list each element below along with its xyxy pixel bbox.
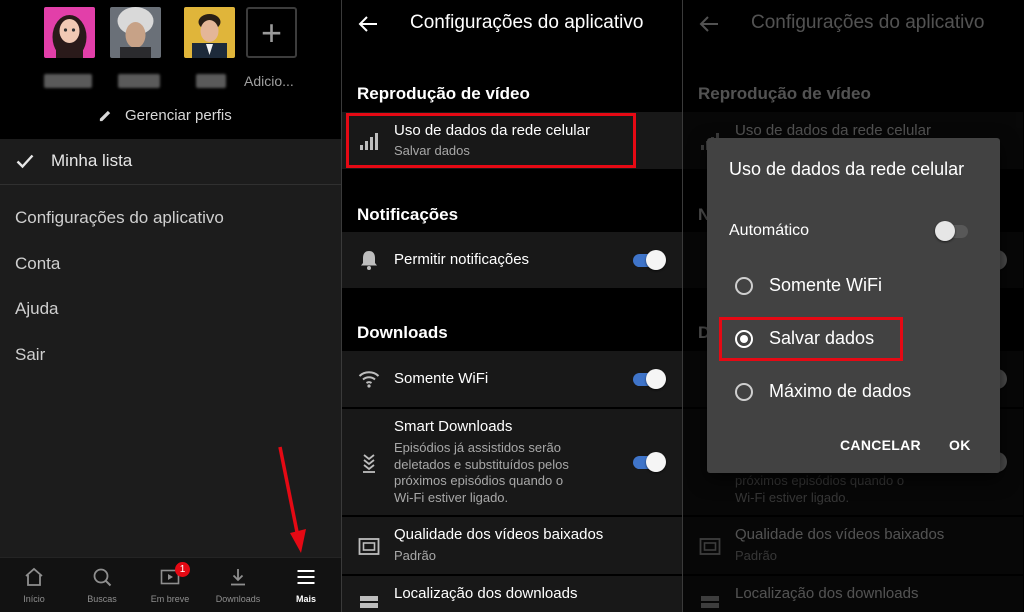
download-location-title: Localização dos downloads	[394, 585, 578, 602]
account-menu-screen: + Adicio... Gerenciar perfis Minha lista…	[0, 0, 341, 612]
app-settings-dialog-screen: Configurações do aplicativo Reprodução d…	[683, 0, 1024, 612]
profiles-area: + Adicio... Gerenciar perfis	[0, 0, 341, 139]
menu-item-help[interactable]: Ajuda	[15, 299, 58, 319]
wifi-icon	[358, 371, 380, 388]
smart-downloads-icon	[363, 454, 375, 473]
notification-badge: 1	[175, 562, 190, 577]
manage-profiles-label: Gerenciar perfis	[125, 107, 232, 124]
smart-downloads-row[interactable]: Smart Downloads Episódios já assistidos …	[342, 409, 682, 515]
nav-more[interactable]: Mais	[272, 558, 340, 612]
cellular-data-dialog: Uso de dados da rede celular Automático …	[707, 138, 1000, 473]
pencil-icon	[99, 110, 111, 122]
download-quality-value: Padrão	[735, 548, 777, 563]
option-wifi-only-label[interactable]: Somente WiFi	[769, 275, 882, 296]
allow-notifications-label: Permitir notificações	[394, 251, 530, 268]
allow-notifications-row[interactable]: Permitir notificações	[342, 232, 682, 288]
smart-downloads-desc-4: Wi-Fi estiver ligado.	[735, 489, 850, 505]
smart-downloads-desc-4: Wi-Fi estiver ligado.	[394, 489, 509, 505]
automatic-label: Automático	[729, 222, 810, 239]
wifi-only-toggle[interactable]	[633, 369, 666, 389]
radio-max-data[interactable]	[735, 383, 753, 401]
check-icon	[16, 154, 34, 169]
section-video-playback: Reprodução de vídeo	[698, 84, 871, 103]
section-video-playback: Reprodução de vídeo	[357, 84, 530, 103]
download-quality-row[interactable]: Qualidade dos vídeos baixados Padrão	[342, 517, 682, 574]
profile-avatar-3[interactable]	[184, 7, 235, 58]
automatic-toggle[interactable]	[935, 221, 968, 241]
highlight-box-save-data	[719, 317, 903, 361]
home-icon	[25, 567, 43, 586]
radio-wifi-only[interactable]	[735, 277, 753, 295]
smart-downloads-desc-1: Episódios já assistidos serão	[394, 440, 561, 455]
nav-search-label: Buscas	[87, 594, 117, 604]
download-location-row: Localização dos downloads	[683, 576, 1023, 612]
add-profile-button[interactable]: +	[246, 7, 297, 58]
my-list-item[interactable]: Minha lista	[0, 139, 341, 185]
storage-icon	[360, 596, 378, 608]
menu-item-account[interactable]: Conta	[15, 254, 60, 274]
menu-item-sign-out[interactable]: Sair	[15, 345, 45, 365]
download-quality-title: Qualidade dos vídeos baixados	[735, 526, 945, 543]
bell-icon	[361, 251, 377, 270]
smart-downloads-toggle[interactable]	[633, 452, 666, 472]
download-location-row[interactable]: Localização dos downloads	[342, 576, 682, 612]
download-quality-title: Qualidade dos vídeos baixados	[394, 526, 604, 543]
smart-downloads-desc-3: próximos episódios quando o	[394, 473, 564, 488]
ok-button[interactable]: OK	[949, 437, 971, 453]
profile-avatar-1[interactable]	[44, 7, 95, 58]
video-quality-icon	[358, 538, 380, 555]
wifi-only-row[interactable]: Somente WiFi	[342, 351, 682, 407]
profile-name-blurred-2	[118, 74, 160, 88]
page-title: Configurações do aplicativo	[751, 12, 985, 33]
download-quality-row: Qualidade dos vídeos baixados Padrão	[683, 517, 1023, 574]
bottom-nav: Início Buscas 1 Em breve Downloads Mais	[0, 557, 341, 612]
download-quality-value: Padrão	[394, 548, 436, 563]
nav-search[interactable]: Buscas	[68, 558, 136, 612]
profile-name-blurred-1	[44, 74, 92, 88]
dialog-title: Uso de dados da rede celular	[729, 159, 965, 179]
smart-downloads-title: Smart Downloads	[394, 418, 513, 435]
allow-notifications-toggle[interactable]	[633, 250, 666, 270]
manage-profiles-button[interactable]: Gerenciar perfis	[98, 107, 232, 124]
cancel-button[interactable]: CANCELAR	[840, 437, 921, 453]
app-settings-screen: Configurações do aplicativo Reprodução d…	[342, 0, 682, 612]
plus-icon: +	[260, 12, 283, 53]
download-location-title: Localização dos downloads	[735, 585, 919, 602]
video-quality-icon	[699, 538, 721, 555]
section-downloads: Downloads	[357, 323, 448, 342]
page-title: Configurações do aplicativo	[410, 12, 644, 33]
profile-name-blurred-3	[196, 74, 226, 88]
my-list-label: Minha lista	[51, 151, 133, 170]
nav-downloads[interactable]: Downloads	[204, 558, 272, 612]
highlight-box-cellular	[346, 113, 636, 168]
section-notifications: Notificações	[357, 205, 459, 224]
nav-home-label: Início	[23, 594, 45, 604]
download-icon	[231, 569, 245, 586]
nav-more-label: Mais	[295, 594, 316, 604]
option-max-data-label[interactable]: Máximo de dados	[769, 381, 911, 402]
menu-item-app-settings[interactable]: Configurações do aplicativo	[15, 208, 224, 228]
cellular-data-title: Uso de dados da rede celular	[735, 122, 931, 139]
nav-downloads-label: Downloads	[215, 594, 261, 604]
smart-downloads-desc-2: deletados e substituídos pelos	[394, 456, 569, 472]
wifi-only-label: Somente WiFi	[394, 370, 489, 387]
search-icon	[93, 568, 112, 587]
smart-downloads-desc-3: próximos episódios quando o	[735, 473, 905, 488]
nav-home[interactable]: Início	[0, 558, 68, 612]
nav-coming-soon[interactable]: 1 Em breve	[136, 558, 204, 612]
profile-avatar-2[interactable]	[110, 7, 161, 58]
back-arrow-icon	[699, 16, 718, 32]
back-arrow-icon[interactable]	[358, 14, 378, 34]
add-profile-label: Adicio...	[244, 73, 294, 89]
nav-coming-soon-label: Em breve	[150, 594, 190, 604]
red-arrow-annotation	[278, 446, 306, 553]
menu-icon	[297, 570, 315, 584]
storage-icon	[701, 596, 719, 608]
